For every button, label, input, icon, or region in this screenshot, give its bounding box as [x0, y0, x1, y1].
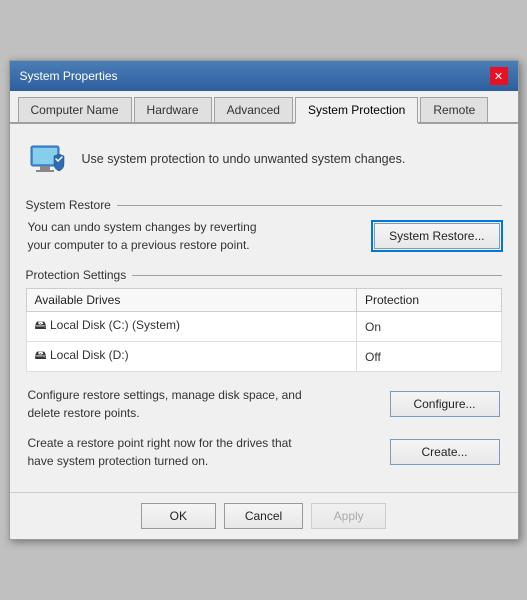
- create-button[interactable]: Create...: [390, 439, 500, 465]
- configure-row: Configure restore settings, manage disk …: [26, 386, 502, 422]
- create-row: Create a restore point right now for the…: [26, 434, 502, 470]
- drive-d-protection: Off: [357, 342, 502, 372]
- configure-description: Configure restore settings, manage disk …: [28, 386, 308, 422]
- col-protection: Protection: [357, 289, 502, 312]
- system-restore-button[interactable]: System Restore...: [374, 223, 499, 249]
- dialog-footer: OK Cancel Apply: [10, 492, 518, 539]
- tab-remote[interactable]: Remote: [420, 97, 488, 122]
- drive-c-cell: 🖴 Local Disk (C:) (System): [26, 312, 357, 342]
- drive-icon: 🖴: [35, 318, 50, 332]
- protection-settings-section: Protection Settings Available Drives Pro…: [26, 268, 502, 372]
- configure-button[interactable]: Configure...: [390, 391, 500, 417]
- content-area: Use system protection to undo unwanted s…: [10, 124, 518, 484]
- system-restore-section: System Restore You can undo system chang…: [26, 198, 502, 254]
- system-restore-label: System Restore: [26, 198, 502, 212]
- apply-button[interactable]: Apply: [311, 503, 386, 529]
- drive-c-name: Local Disk (C:) (System): [50, 318, 180, 332]
- drives-table: Available Drives Protection 🖴 Local Disk…: [26, 288, 502, 372]
- close-button[interactable]: ✕: [490, 67, 508, 85]
- drive-d-name: Local Disk (D:): [50, 348, 129, 362]
- system-properties-window: System Properties ✕ Computer Name Hardwa…: [9, 60, 519, 540]
- tab-computer-name[interactable]: Computer Name: [18, 97, 132, 122]
- tab-advanced[interactable]: Advanced: [214, 97, 293, 122]
- tab-bar: Computer Name Hardware Advanced System P…: [10, 91, 518, 124]
- table-row: 🖴 Local Disk (D:) Off: [26, 342, 501, 372]
- window-title: System Properties: [20, 69, 118, 83]
- tab-system-protection[interactable]: System Protection: [295, 97, 418, 124]
- restore-description: You can undo system changes by reverting…: [28, 218, 268, 254]
- restore-row: You can undo system changes by reverting…: [26, 218, 502, 254]
- header-description: Use system protection to undo unwanted s…: [82, 151, 406, 169]
- tab-hardware[interactable]: Hardware: [134, 97, 212, 122]
- shield-computer-icon: [26, 138, 70, 182]
- header-section: Use system protection to undo unwanted s…: [26, 138, 502, 182]
- col-available-drives: Available Drives: [26, 289, 357, 312]
- protection-settings-label: Protection Settings: [26, 268, 502, 282]
- create-description: Create a restore point right now for the…: [28, 434, 308, 470]
- cancel-button[interactable]: Cancel: [224, 503, 303, 529]
- title-bar: System Properties ✕: [10, 61, 518, 91]
- drive-c-protection: On: [357, 312, 502, 342]
- table-row: 🖴 Local Disk (C:) (System) On: [26, 312, 501, 342]
- drive-icon: 🖴: [35, 348, 50, 362]
- drive-d-cell: 🖴 Local Disk (D:): [26, 342, 357, 372]
- ok-button[interactable]: OK: [141, 503, 216, 529]
